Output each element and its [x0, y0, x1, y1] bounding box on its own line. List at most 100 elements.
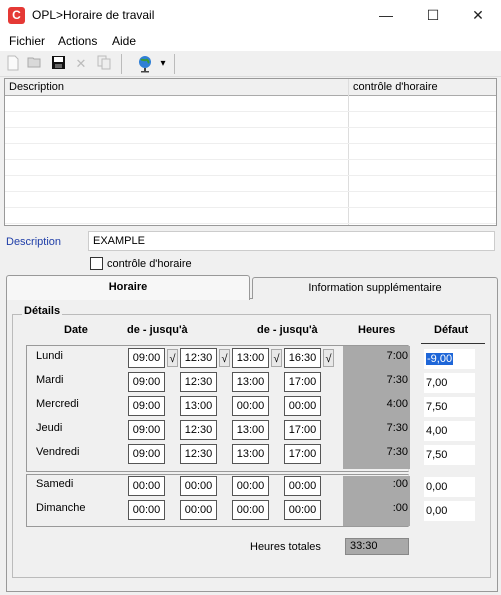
table-row[interactable]	[5, 97, 496, 112]
time-field[interactable]: 13:00	[232, 444, 269, 464]
header-date: Date	[64, 324, 88, 336]
column-header-control[interactable]: contrôle d'horaire	[349, 79, 496, 96]
hours-value: 7:00	[386, 350, 408, 362]
menu-aide[interactable]: Aide	[112, 34, 136, 48]
check-button[interactable]: √	[271, 349, 282, 367]
time-field[interactable]: 17:00	[284, 372, 321, 392]
time-field[interactable]: 09:00	[128, 444, 165, 464]
table-row[interactable]	[5, 161, 496, 176]
time-field[interactable]: 09:00	[128, 420, 165, 440]
close-button[interactable]: ✕	[455, 0, 501, 31]
hours-value: 7:30	[386, 446, 408, 458]
menu-bar: Fichier Actions Aide	[0, 31, 501, 51]
default-field[interactable]: 0,00	[424, 477, 475, 497]
time-field[interactable]: 09:00	[128, 396, 165, 416]
control-checkbox-label[interactable]: contrôle d'horaire	[107, 258, 192, 270]
time-field[interactable]: 00:00	[232, 500, 269, 520]
description-label: Description	[6, 236, 62, 248]
save-icon[interactable]	[49, 55, 67, 73]
day-label: Samedi	[36, 478, 74, 490]
time-field[interactable]: 12:30	[180, 348, 217, 368]
time-field[interactable]: 00:00	[232, 396, 269, 416]
time-field[interactable]: 17:00	[284, 444, 321, 464]
time-field[interactable]: 13:00	[232, 348, 269, 368]
time-field[interactable]: 12:30	[180, 420, 217, 440]
open-icon[interactable]	[26, 55, 44, 73]
time-field[interactable]: 09:00	[128, 348, 165, 368]
window-title: OPL>Horaire de travail	[32, 8, 155, 22]
toolbar-separator	[174, 54, 175, 74]
minimize-button[interactable]: —	[363, 0, 409, 31]
description-input[interactable]: EXAMPLE	[88, 231, 495, 251]
table-row[interactable]	[5, 129, 496, 144]
default-field[interactable]: 0,00	[424, 501, 475, 521]
default-field[interactable]: 4,00	[424, 421, 475, 441]
time-field[interactable]: 12:30	[180, 372, 217, 392]
new-icon[interactable]	[4, 55, 22, 73]
globe-dropdown-arrow[interactable]: ▾	[154, 55, 172, 73]
time-field[interactable]: 17:00	[284, 420, 321, 440]
check-button[interactable]: √	[323, 349, 334, 367]
menu-fichier[interactable]: Fichier	[9, 34, 45, 48]
hours-value: 4:00	[386, 398, 408, 410]
table-row[interactable]	[5, 177, 496, 192]
schedule-grid[interactable]: Description contrôle d'horaire	[4, 78, 497, 226]
tab-information-supplementaire[interactable]: Information supplémentaire	[252, 277, 498, 299]
header-range-1: de - jusqu'à	[127, 324, 188, 336]
time-field[interactable]: 00:00	[284, 476, 321, 496]
day-label: Mercredi	[36, 398, 79, 410]
time-field[interactable]: 00:00	[284, 396, 321, 416]
default-field[interactable]: -9,00	[424, 349, 475, 369]
default-header-underline	[421, 343, 485, 344]
time-field[interactable]: 13:00	[180, 396, 217, 416]
details-label: Détails	[22, 305, 63, 317]
globe-icon[interactable]	[136, 55, 154, 73]
time-field[interactable]: 00:00	[180, 476, 217, 496]
time-field[interactable]: 00:00	[128, 476, 165, 496]
time-field[interactable]: 00:00	[128, 500, 165, 520]
hours-value: 7:30	[386, 422, 408, 434]
column-header-description[interactable]: Description	[5, 79, 349, 96]
header-range-2: de - jusqu'à	[257, 324, 318, 336]
day-label: Mardi	[36, 374, 64, 386]
time-field[interactable]: 13:00	[232, 372, 269, 392]
table-row[interactable]	[5, 209, 496, 224]
app-icon: C	[8, 7, 25, 24]
menu-actions[interactable]: Actions	[58, 34, 97, 48]
day-label: Dimanche	[36, 502, 86, 514]
table-row[interactable]	[5, 113, 496, 128]
toolbar: ✕ ▾	[0, 51, 501, 77]
total-hours-label: Heures totales	[250, 541, 321, 553]
delete-icon[interactable]: ✕	[72, 55, 90, 73]
title-bar: C OPL>Horaire de travail — ☐ ✕	[0, 0, 501, 31]
check-button[interactable]: √	[167, 349, 178, 367]
time-field[interactable]: 13:00	[232, 420, 269, 440]
table-row[interactable]	[5, 145, 496, 160]
time-field[interactable]: 16:30	[284, 348, 321, 368]
day-label: Jeudi	[36, 422, 63, 434]
copy-icon[interactable]	[95, 55, 113, 73]
check-button[interactable]: √	[219, 349, 230, 367]
header-hours: Heures	[358, 324, 396, 336]
default-field[interactable]: 7,00	[424, 373, 475, 393]
time-field[interactable]: 00:00	[284, 500, 321, 520]
hours-value: 7:30	[386, 374, 408, 386]
default-field[interactable]: 7,50	[424, 397, 475, 417]
hours-value: :00	[392, 478, 408, 490]
tab-horaire[interactable]: Horaire	[6, 275, 250, 300]
time-field[interactable]: 00:00	[232, 476, 269, 496]
time-field[interactable]: 00:00	[180, 500, 217, 520]
total-hours-value: 33:30	[345, 538, 409, 555]
day-label: Lundi	[36, 350, 63, 362]
hours-value: :00	[392, 502, 408, 514]
toolbar-separator	[121, 54, 122, 74]
day-label: Vendredi	[36, 446, 80, 458]
table-row[interactable]	[5, 193, 496, 208]
time-field[interactable]: 12:30	[180, 444, 217, 464]
maximize-button[interactable]: ☐	[410, 0, 456, 31]
header-default: Défaut	[434, 324, 469, 336]
default-field[interactable]: 7,50	[424, 445, 475, 465]
default-field-selection: -9,00	[426, 353, 454, 365]
time-field[interactable]: 09:00	[128, 372, 165, 392]
control-checkbox[interactable]	[90, 257, 103, 270]
